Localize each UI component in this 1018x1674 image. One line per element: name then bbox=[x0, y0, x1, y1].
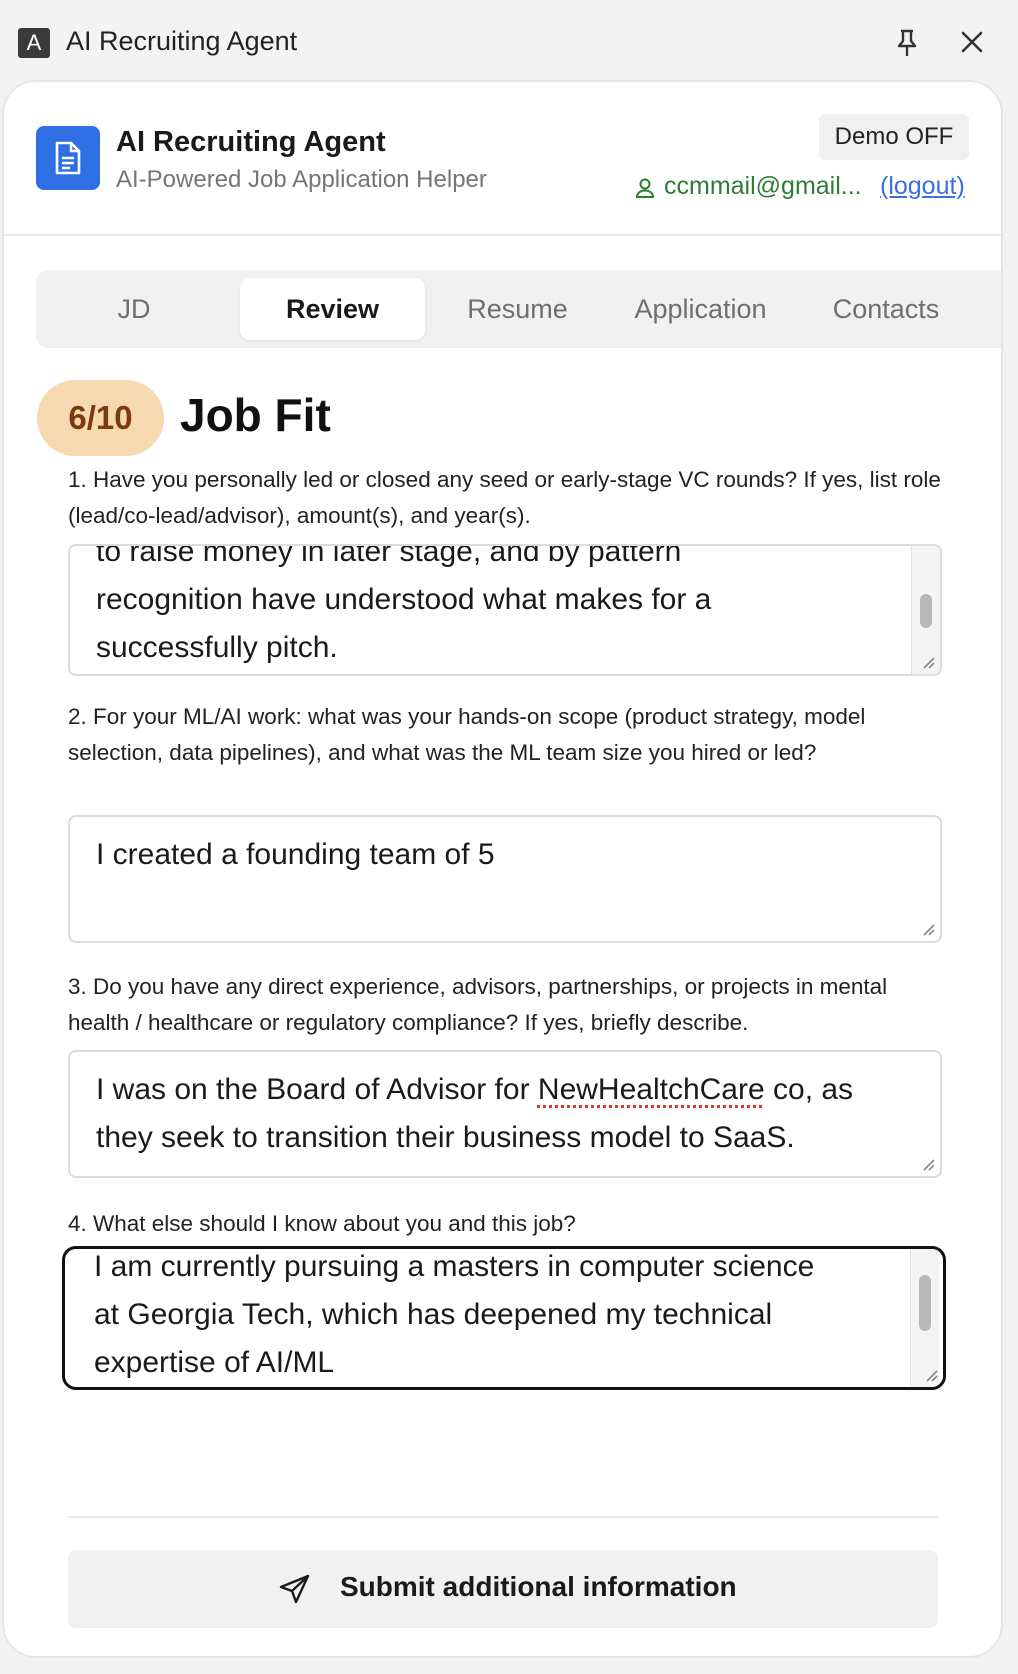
tab-resume[interactable]: Resume bbox=[425, 278, 610, 340]
answer-4-textarea[interactable]: I am currently pursuing a masters in com… bbox=[62, 1246, 946, 1390]
misspelled-word: NewHealtchCare bbox=[537, 1073, 765, 1106]
score-title: Job Fit bbox=[180, 389, 331, 441]
answer-1-text: to raise money in later stage, and by pa… bbox=[96, 544, 712, 664]
brand-subtitle: AI-Powered Job Application Helper bbox=[116, 166, 487, 193]
answer-3-textarea[interactable]: I was on the Board of Advisor for NewHea… bbox=[68, 1050, 942, 1178]
document-icon bbox=[36, 126, 100, 190]
tab-bar: JD Review Resume Application Contacts bbox=[36, 270, 1001, 348]
resize-grip-icon[interactable] bbox=[920, 1156, 936, 1172]
answer-1-textarea[interactable]: to raise money in later stage, and by pa… bbox=[68, 544, 942, 676]
user-icon bbox=[634, 177, 656, 204]
question-1: 1. Have you personally led or closed any… bbox=[68, 467, 941, 528]
answer-2-text: I created a founding team of 5 bbox=[96, 838, 495, 871]
submit-additional-info-button[interactable]: Submit additional information bbox=[68, 1550, 938, 1628]
question-4: 4. What else should I know about you and… bbox=[68, 1211, 576, 1236]
resize-grip-icon[interactable] bbox=[920, 654, 936, 670]
score-badge: 6/10 bbox=[37, 380, 164, 456]
window-titlebar: A AI Recruiting Agent bbox=[0, 0, 1018, 80]
app-letter-icon: A bbox=[18, 28, 50, 58]
divider bbox=[68, 1516, 938, 1518]
tab-contacts[interactable]: Contacts bbox=[796, 278, 976, 340]
submit-label: Submit additional information bbox=[340, 1571, 737, 1602]
question-3: 3. Do you have any direct experience, ad… bbox=[68, 974, 888, 1035]
window-title: AI Recruiting Agent bbox=[66, 26, 298, 56]
tab-application[interactable]: Application bbox=[608, 278, 793, 340]
tab-jd[interactable]: JD bbox=[36, 278, 232, 340]
panel-header: AI Recruiting Agent AI-Powered Job Appli… bbox=[4, 82, 1001, 236]
resize-grip-icon[interactable] bbox=[920, 921, 936, 937]
question-2: 2. For your ML/AI work: what was your ha… bbox=[68, 704, 866, 765]
answer-3-text: I was on the Board of Advisor for NewHea… bbox=[96, 1073, 854, 1154]
extension-panel: AI Recruiting Agent AI-Powered Job Appli… bbox=[2, 80, 1003, 1658]
brand-title: AI Recruiting Agent bbox=[116, 126, 386, 158]
resize-grip-icon[interactable] bbox=[923, 1367, 939, 1383]
logout-link[interactable]: (logout) bbox=[880, 172, 965, 201]
answer-4-text: I am currently pursuing a masters in com… bbox=[94, 1250, 815, 1379]
demo-toggle-button[interactable]: Demo OFF bbox=[819, 114, 969, 160]
answer-2-textarea[interactable]: I created a founding team of 5 bbox=[68, 815, 942, 943]
send-icon bbox=[279, 1574, 310, 1604]
tab-review[interactable]: Review bbox=[240, 278, 425, 340]
pin-icon[interactable] bbox=[893, 28, 921, 58]
user-email: ccmmail@gmail... bbox=[664, 172, 862, 200]
close-icon[interactable] bbox=[958, 28, 986, 56]
